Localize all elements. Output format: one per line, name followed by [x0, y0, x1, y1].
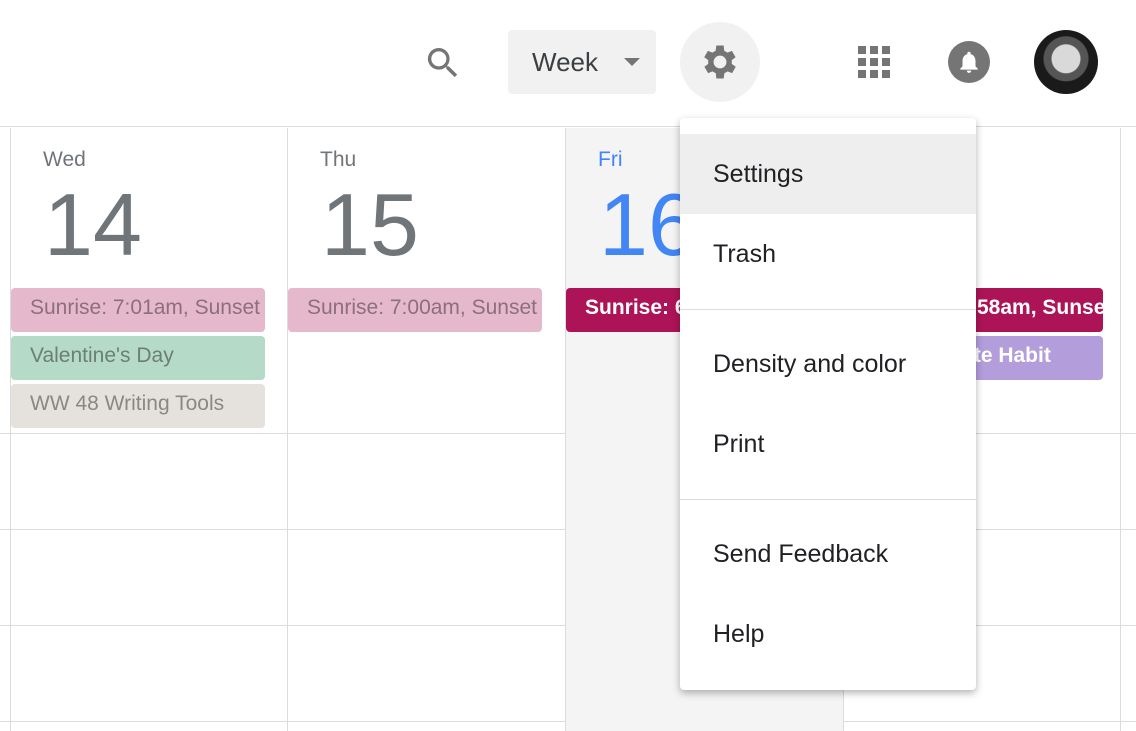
view-select-dropdown[interactable]: Week [508, 30, 656, 94]
avatar[interactable] [1034, 30, 1098, 94]
menu-item-trash[interactable]: Trash [680, 214, 976, 294]
menu-item-settings[interactable]: Settings [680, 134, 976, 214]
day-of-week: Fri [598, 148, 623, 171]
day-column-wed[interactable]: Wed 14 Sunrise: 7:01am, Sunset Valentine's … [10, 128, 288, 731]
day-number[interactable]: 15 [321, 174, 419, 276]
menu-item-send-feedback[interactable]: Send Feedback [680, 514, 976, 594]
event-chip[interactable]: Sunrise: 7:00am, Sunset [288, 288, 542, 332]
view-select-value: Week [532, 46, 598, 77]
apps-grid-icon[interactable] [854, 42, 894, 82]
menu-item-density-and-color[interactable]: Density and color [680, 324, 976, 404]
event-chip[interactable]: Valentine's Day [11, 336, 265, 380]
day-of-week: Wed [43, 148, 86, 171]
event-chip[interactable]: WW 48 Writing Tools [11, 384, 265, 428]
menu-divider [680, 309, 976, 310]
settings-button[interactable] [680, 22, 760, 102]
menu-item-print[interactable]: Print [680, 404, 976, 484]
notifications-bell-icon[interactable] [948, 41, 990, 83]
menu-item-help[interactable]: Help [680, 594, 976, 674]
menu-divider [680, 499, 976, 500]
gear-icon [704, 45, 736, 79]
day-number[interactable]: 14 [44, 174, 142, 276]
top-bar: Week [0, 0, 1136, 127]
chevron-down-icon [624, 58, 640, 66]
settings-menu: Settings Trash Density and color Print S… [680, 118, 976, 690]
day-column-edge [1120, 128, 1136, 731]
day-of-week: Thu [320, 148, 357, 171]
day-column-thu[interactable]: Thu 15 Sunrise: 7:00am, Sunset [287, 128, 565, 731]
search-icon[interactable] [420, 40, 466, 86]
event-chip[interactable]: Sunrise: 7:01am, Sunset [11, 288, 265, 332]
